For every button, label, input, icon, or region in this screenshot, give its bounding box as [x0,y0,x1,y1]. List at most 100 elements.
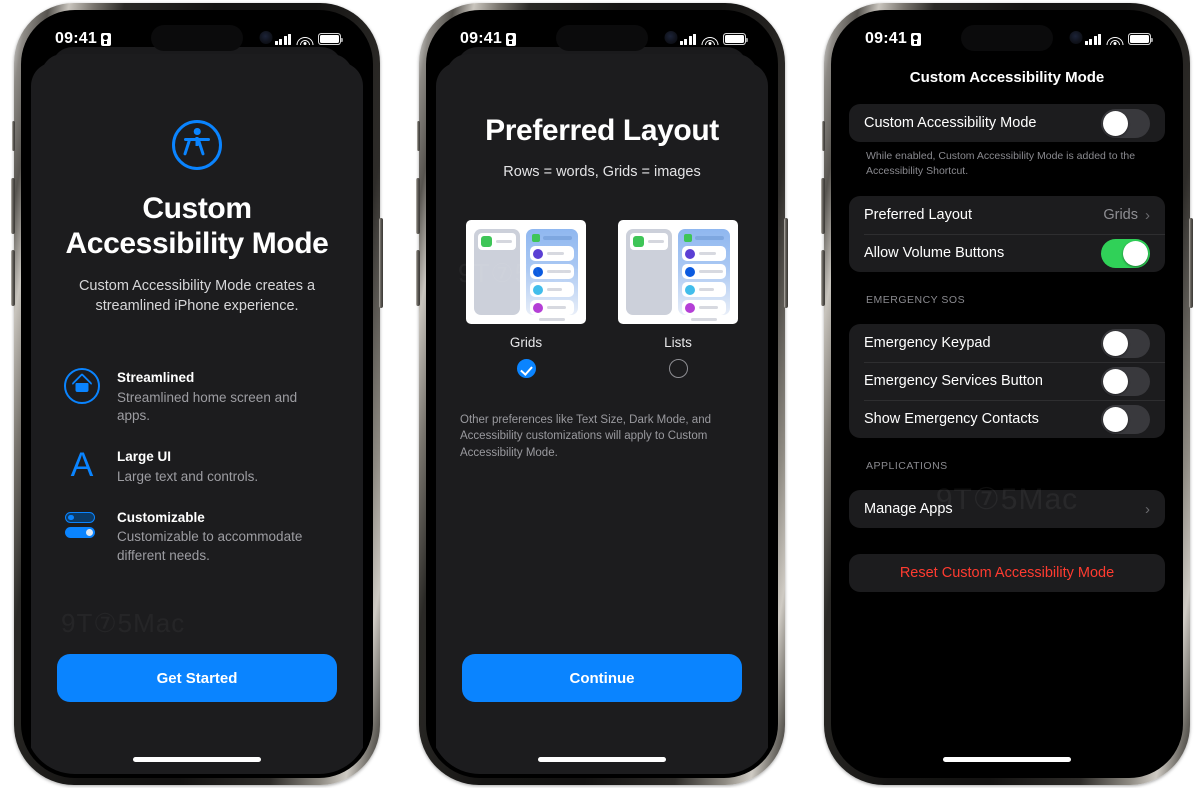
phone-2-preferred-layout: 09:41 Preferred Layout Rows = words, Gri… [416,3,788,785]
row-label: Custom Accessibility Mode [864,115,1037,131]
layout-option-group: Grids Lists [458,220,746,378]
feature-title: Streamlined [117,370,195,386]
wifi-icon [296,34,313,45]
continue-button[interactable]: Continue [462,654,742,702]
reset-custom-accessibility-mode-button[interactable]: Reset Custom Accessibility Mode [849,554,1165,593]
chevron-right-icon: › [1145,500,1150,518]
battery-full-icon [1128,33,1153,45]
lock-portrait-icon [100,32,111,46]
radio-selected-icon[interactable] [516,359,536,378]
group-footnote: While enabled, Custom Accessibility Mode… [866,150,1136,177]
list-item: A Large UI Large text and controls. [63,447,337,486]
list-item: Streamlined Streamlined home screen and … [63,368,337,425]
status-bar-right [274,33,343,45]
page-title: Custom Accessibility Mode [909,69,1105,86]
radio-unselected-icon[interactable] [668,359,688,378]
status-bar-time: 09:41 [460,30,502,47]
mute-switch[interactable] [417,121,420,151]
row-label: Emergency Services Button [864,373,1043,390]
cellular-signal-icon [274,33,291,45]
table-row[interactable]: Emergency Keypad [849,324,1165,362]
lock-portrait-icon [910,32,921,46]
table-row[interactable]: Custom Accessibility Mode [849,104,1165,142]
home-indicator[interactable] [538,757,666,762]
power-button[interactable] [1189,218,1193,308]
screenshot-stage: 09:41 Custom Accessibility Mode Custom A… [0,0,1200,788]
volume-down-button[interactable] [416,250,420,306]
page-subtitle: Rows = words, Grids = images [503,164,701,180]
volume-up-button[interactable] [416,178,420,234]
feature-desc: Large text and controls. [117,468,259,484]
allow-volume-buttons-toggle[interactable] [1101,238,1150,268]
section-header-emergency-sos: EMERGENCY SOS [866,294,966,307]
cellular-signal-icon [1084,33,1101,45]
emergency-services-button-toggle[interactable] [1101,366,1150,396]
show-emergency-contacts-toggle[interactable] [1101,404,1150,434]
volume-up-button[interactable] [821,178,825,234]
wifi-icon [701,34,718,45]
table-row[interactable]: Allow Volume Buttons [849,234,1165,272]
status-bar-left: 09:41 [865,30,921,48]
phone-3-settings: 09:41 Custom Accessibility Mode Custom A… [821,3,1193,785]
watermark: 9T⑦5Mac [61,608,185,639]
layout-option-grids[interactable]: Grids [466,220,586,378]
home-indicator[interactable] [133,757,261,762]
lock-portrait-icon [505,32,516,46]
emergency-keypad-toggle[interactable] [1101,328,1150,358]
mute-switch[interactable] [12,121,15,151]
home-indicator[interactable] [943,757,1071,762]
table-row[interactable]: Emergency Services Button [849,362,1165,400]
table-row[interactable]: Preferred Layout Grids › [849,196,1165,234]
settings-group-emergency: Emergency Keypad Emergency Services Butt… [849,324,1165,439]
preferred-layout-sheet: Preferred Layout Rows = words, Grids = i… [436,62,768,774]
mute-switch[interactable] [822,121,825,151]
accessibility-icon [172,120,222,170]
phone-bezel: 09:41 Preferred Layout Rows = words, Gri… [426,10,778,778]
chevron-right-icon: › [1145,206,1150,224]
custom-accessibility-mode-toggle[interactable] [1101,108,1150,138]
volume-down-button[interactable] [821,250,825,306]
status-bar-right [679,33,748,45]
settings-page: Custom Accessibility Mode Custom Accessi… [835,14,1179,774]
layout-option-lists[interactable]: Lists [618,220,738,378]
phone-1-screen: 09:41 Custom Accessibility Mode Custom A… [25,14,369,774]
battery-full-icon [723,33,748,45]
settings-group-layout: Preferred Layout Grids › Allow Volume Bu… [849,196,1165,273]
large-text-a-icon: A [70,446,94,485]
feature-title: Customizable [117,509,205,525]
table-row[interactable]: Show Emergency Contacts [849,400,1165,438]
volume-up-button[interactable] [11,178,15,234]
settings-group-main: Custom Accessibility Mode [849,104,1165,142]
table-row[interactable]: Manage Apps › [849,490,1165,528]
volume-down-button[interactable] [11,250,15,306]
phone-bezel: 09:41 Custom Accessibility Mode Custom A… [831,10,1183,778]
page-subtitle: Custom Accessibility Mode creates a stre… [78,277,316,314]
layout-option-label: Grids [509,335,543,350]
row-label: Preferred Layout [864,207,973,224]
list-item: Customizable Customizable to accommodate… [63,508,337,565]
status-bar: 09:41 [430,14,774,64]
status-bar: 09:41 [25,14,369,64]
power-button[interactable] [784,218,788,308]
status-bar-time: 09:41 [55,30,97,47]
home-circle-icon [63,368,101,405]
status-bar: 09:41 [835,14,1179,64]
status-bar-left: 09:41 [460,30,516,48]
feature-desc: Customizable to accommodate different ne… [117,529,303,563]
power-button[interactable] [379,218,383,308]
row-label: Show Emergency Contacts [864,411,1039,428]
cellular-signal-icon [679,33,696,45]
row-label: Manage Apps [864,501,953,518]
get-started-button[interactable]: Get Started [57,654,337,702]
phone-bezel: 09:41 Custom Accessibility Mode Custom A… [21,10,373,778]
row-value: Grids [1103,207,1138,224]
feature-title: Large UI [117,449,172,465]
feature-desc: Streamlined home screen and apps. [117,389,298,423]
row-label: Allow Volume Buttons [864,245,1005,262]
grids-preview-image [466,220,586,324]
page-title: Custom Accessibility Mode [65,192,329,260]
status-bar-right [1084,33,1153,45]
phone-3-screen: 09:41 Custom Accessibility Mode Custom A… [835,14,1179,774]
battery-full-icon [318,33,343,45]
row-label: Emergency Keypad [864,335,991,352]
